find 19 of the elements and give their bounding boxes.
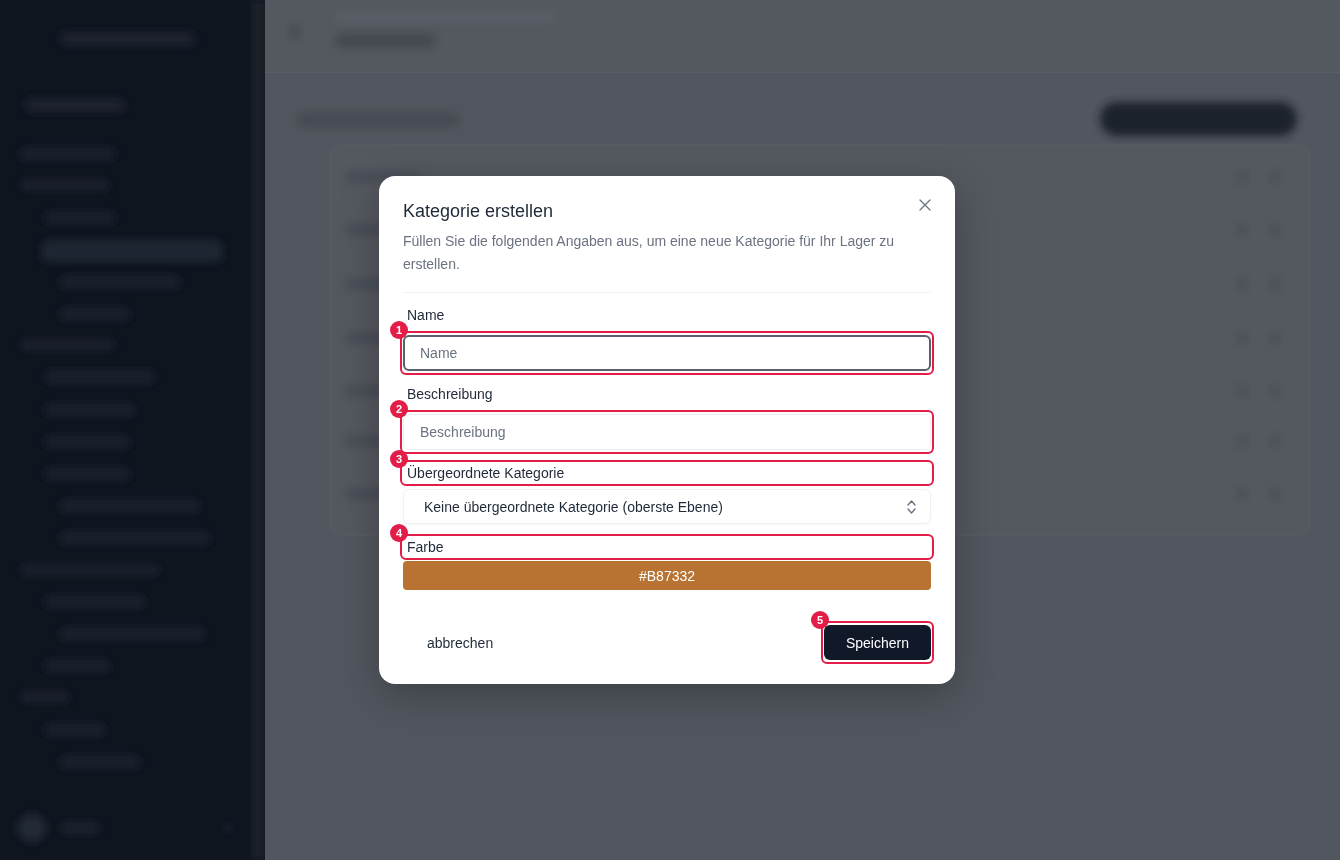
annotation-badge: 2 xyxy=(390,400,408,418)
field-label: Farbe xyxy=(407,538,444,556)
color-picker-field[interactable]: #B87332 xyxy=(403,561,931,590)
annotation-badge: 1 xyxy=(390,321,408,339)
annotation-badge: 3 xyxy=(390,450,408,468)
chevron-up-down-icon xyxy=(907,499,916,514)
annotation-badge: 4 xyxy=(390,524,408,542)
dialog-title: Kategorie erstellen xyxy=(403,200,554,222)
dialog-description: Füllen Sie die folgenden Angaben aus, um eine neue Kategorie für Ihr Lager zu erstellen. xyxy=(403,232,896,274)
field-label: Übergeordnete Kategorie xyxy=(407,464,565,482)
text-input[interactable]: Name xyxy=(403,335,931,371)
cancel-button[interactable]: abbrechen xyxy=(403,625,518,660)
close-icon xyxy=(919,199,931,211)
annotation-badge: 5 xyxy=(810,611,829,629)
save-button[interactable]: Speichern xyxy=(823,625,931,660)
field-label: Name xyxy=(407,306,445,324)
field-label: Beschreibung xyxy=(407,385,493,403)
close-button[interactable] xyxy=(919,199,931,211)
select-field[interactable]: Keine übergeordnete Kategorie (oberste Ebene) xyxy=(403,489,931,524)
